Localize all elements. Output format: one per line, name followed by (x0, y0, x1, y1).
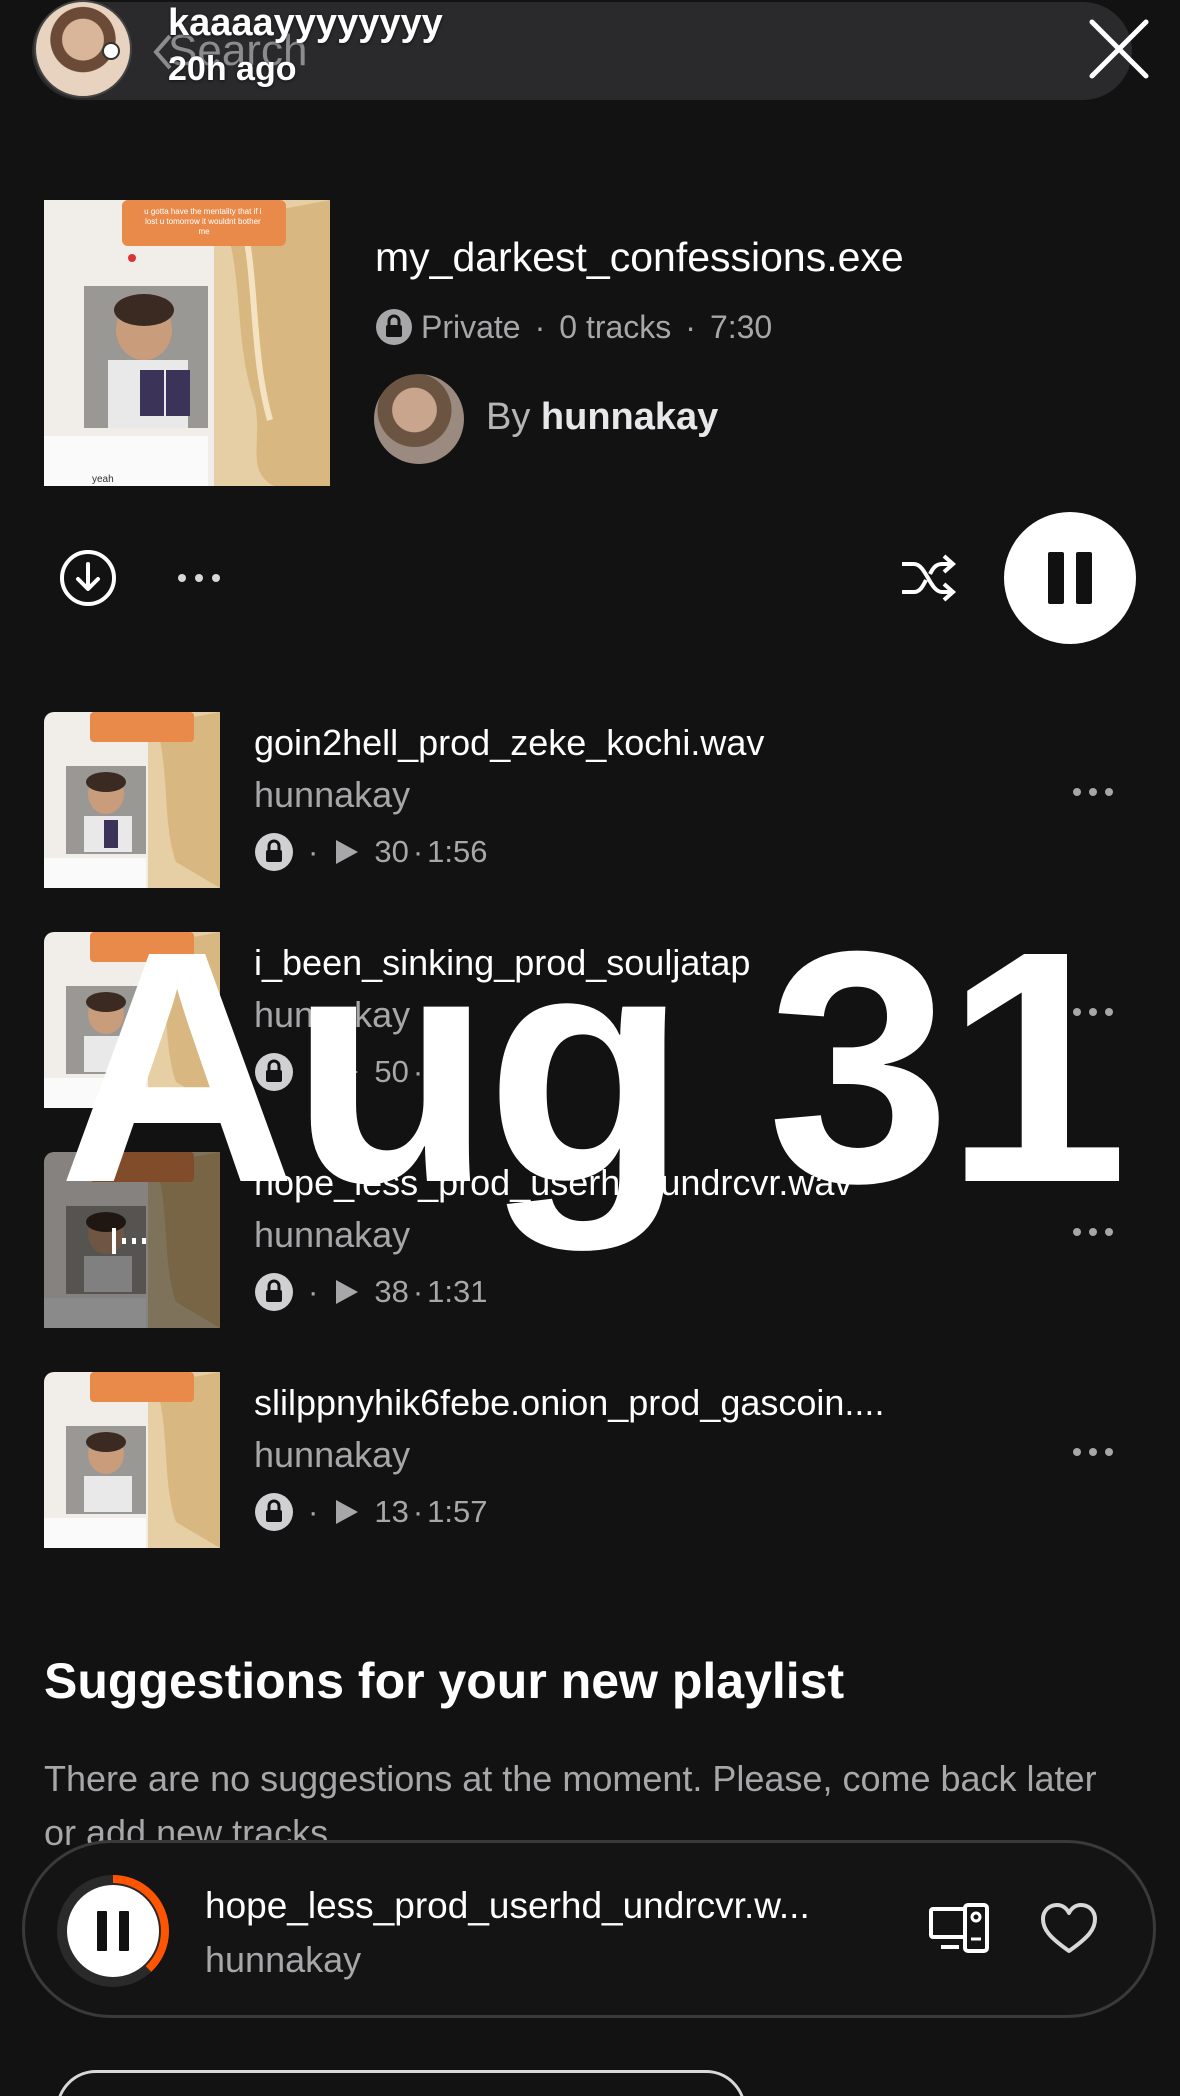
mini-player-title: hope_less_prod_userhd_undrcvr.w... (205, 1885, 810, 1926)
play-count-icon (336, 1280, 359, 1304)
by-label: By (486, 396, 531, 438)
play-count-icon (336, 1500, 359, 1524)
story-time-ago: 20h ago (168, 50, 297, 88)
separator-dot: · (412, 1494, 424, 1529)
track-artwork (44, 712, 220, 888)
mini-player-artist: hunnakay (205, 1939, 362, 1980)
playlist-privacy: Private (421, 308, 521, 345)
separator-dot: · (308, 1494, 319, 1529)
track-play-count: 30 (374, 834, 409, 869)
playlist-owner-name[interactable]: hunnakay (541, 396, 718, 438)
playlist-cover-art: u gotta have the mentality that if i los… (44, 200, 330, 486)
track-title: i_been_sinking_prod_souljatap (254, 942, 751, 983)
playlist-owner-row[interactable]: By hunnakay (486, 396, 718, 439)
verified-badge-icon (102, 42, 120, 60)
track-stats: · 13 · 1:57 (254, 1492, 487, 1532)
pause-button[interactable] (1004, 512, 1136, 644)
track-duration: 1:56 (427, 834, 488, 869)
track-artwork (44, 1372, 220, 1548)
separator-dot: · (308, 1054, 319, 1089)
track-title: hope_less_prod_userhd_undrcvr.wav (254, 1162, 853, 1203)
track-more-icon[interactable] (1070, 1222, 1116, 1242)
separator-dot: · (412, 1274, 424, 1309)
separator-dot: · (308, 834, 319, 869)
track-row[interactable]: goin2hell_prod_zeke_kochi.wav hunnakay ·… (0, 712, 1180, 892)
close-icon[interactable] (1084, 14, 1154, 84)
track-duration: 1:31 (427, 1274, 488, 1309)
story-username[interactable]: kaaaayyyyyyyy (168, 2, 443, 45)
track-title: slilppnyhik6febe.onion_prod_gascoin.... (254, 1382, 885, 1423)
separator-dot: · (412, 1054, 424, 1089)
now-playing-bars-icon (112, 1228, 146, 1254)
story-header: Search kaaaayyyyyyyy 20h ago (0, 0, 1180, 110)
playlist-title: my_darkest_confessions.exe (375, 234, 904, 280)
lock-icon (255, 1493, 293, 1531)
play-count-icon (336, 1060, 359, 1084)
track-duration: 1:57 (427, 1494, 488, 1529)
shuffle-icon[interactable] (898, 550, 958, 606)
track-play-count: 13 (374, 1494, 409, 1529)
track-play-count: 50 (374, 1054, 409, 1089)
pause-icon (97, 1911, 107, 1951)
lock-icon (255, 1053, 293, 1091)
download-icon[interactable] (58, 548, 118, 608)
track-stats: · 30 · 1:56 (254, 832, 487, 872)
lock-icon (255, 1273, 293, 1311)
mini-player-pause-button[interactable] (53, 1871, 173, 1991)
track-artist[interactable]: hunnakay (254, 774, 410, 816)
cast-devices-icon[interactable] (927, 1899, 991, 1961)
pause-icon (119, 1911, 129, 1951)
track-more-icon[interactable] (1070, 1442, 1116, 1462)
story-screen: Search kaaaayyyyyyyy 20h ago u gotta hav… (0, 0, 1180, 2096)
playlist-meta: Private · 0 tracks · 7:30 (375, 305, 772, 349)
suggestions-heading: Suggestions for your new playlist (44, 1653, 845, 1709)
track-artwork (44, 932, 220, 1108)
story-user-avatar[interactable] (34, 0, 132, 98)
pause-icon (1048, 552, 1064, 604)
track-stats: · 50 · 05 (254, 1052, 462, 1092)
cover-footer: yeah (92, 474, 114, 485)
track-more-icon[interactable] (1070, 1002, 1116, 1022)
track-more-icon[interactable] (1070, 782, 1116, 802)
owner-avatar[interactable] (374, 374, 464, 464)
lock-icon (376, 309, 412, 345)
track-duration: 05 (427, 1054, 462, 1089)
separator-dot: · (534, 308, 546, 345)
separator-dot: · (685, 308, 696, 345)
track-row-now-playing[interactable]: hope_less_prod_userhd_undrcvr.wav hunnak… (0, 1152, 1180, 1332)
track-play-count: 38 (374, 1274, 409, 1309)
track-title: goin2hell_prod_zeke_kochi.wav (254, 722, 765, 763)
track-row[interactable]: i_been_sinking_prod_souljatap hunnakay ·… (0, 932, 1180, 1112)
separator-dot: · (308, 1274, 319, 1309)
more-options-icon[interactable] (174, 558, 224, 598)
track-artist[interactable]: hunnakay (254, 994, 410, 1036)
pause-icon (1076, 552, 1092, 604)
heart-icon[interactable] (1039, 1901, 1099, 1957)
separator-dot: · (412, 834, 424, 869)
playlist-track-count: 0 tracks (559, 308, 672, 345)
track-stats: · 38 · 1:31 (254, 1272, 487, 1312)
mini-player[interactable]: hope_less_prod_userhd_undrcvr.w... hunna… (22, 1840, 1156, 2018)
play-count-icon (336, 840, 359, 864)
track-artist[interactable]: hunnakay (254, 1214, 410, 1256)
track-row[interactable]: slilppnyhik6febe.onion_prod_gascoin.... … (0, 1372, 1180, 1552)
playlist-duration: 7:30 (709, 308, 773, 345)
lock-icon (255, 833, 293, 871)
track-artist[interactable]: hunnakay (254, 1434, 410, 1476)
reply-input[interactable] (56, 2070, 746, 2096)
